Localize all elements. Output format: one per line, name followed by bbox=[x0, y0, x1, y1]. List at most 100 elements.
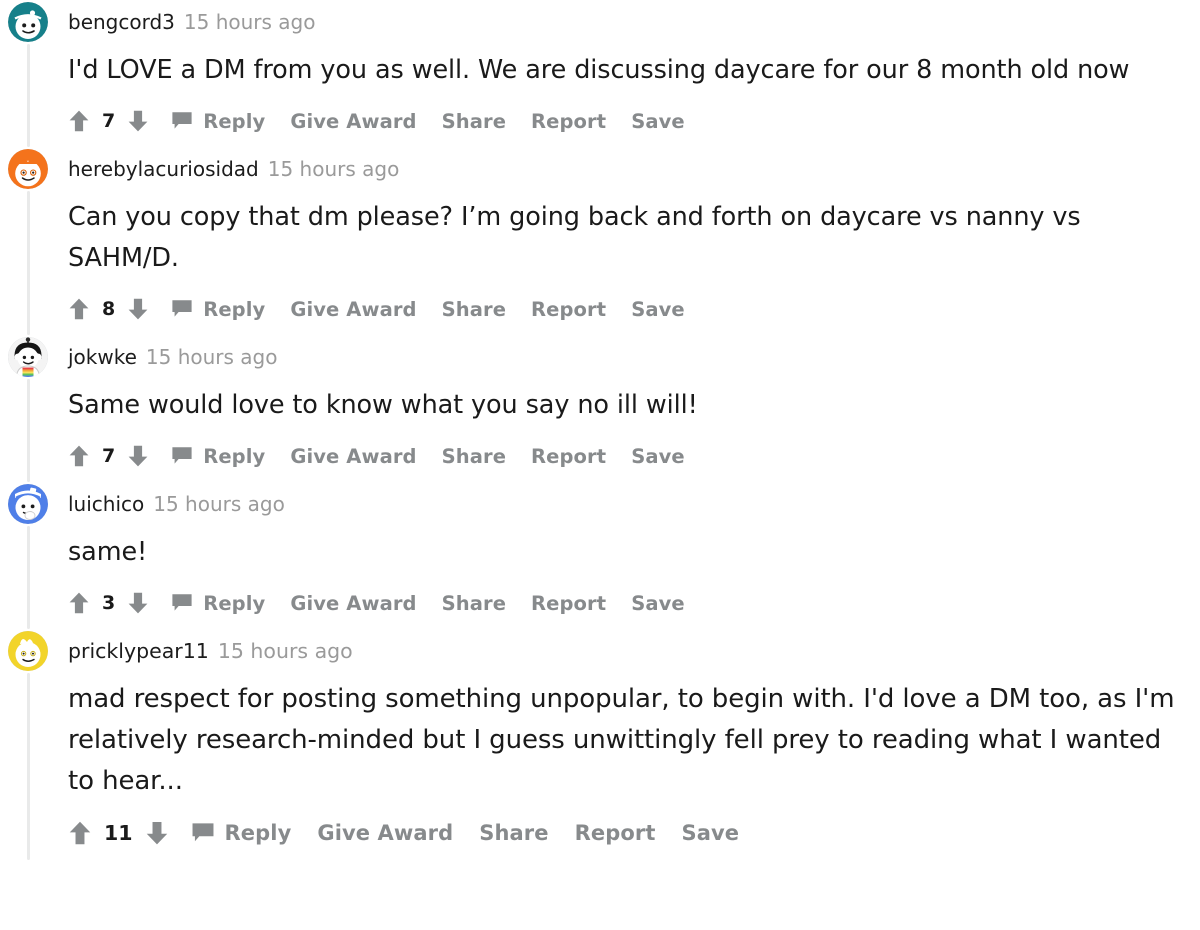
snoo-avatar-icon[interactable] bbox=[8, 2, 48, 42]
comment-header: luichico 15 hours ago bbox=[0, 482, 1200, 526]
comment-body-wrap: I'd LOVE a DM from you as well. We are d… bbox=[0, 44, 1200, 147]
comment-bubble-icon[interactable] bbox=[171, 298, 193, 320]
comment-header: jokwke 15 hours ago bbox=[0, 335, 1200, 379]
vote-group: 3 bbox=[68, 591, 149, 615]
thread-collapse-line[interactable] bbox=[27, 191, 30, 335]
comment-list: bengcord3 15 hours ago I'd LOVE a DM fro… bbox=[0, 0, 1200, 860]
downvote-arrow-icon[interactable] bbox=[127, 591, 149, 615]
comment-text: mad respect for posting something unpopu… bbox=[68, 684, 1175, 796]
comment-action-bar: 11 Reply Give Award Share Report Save bbox=[68, 802, 1186, 860]
comment-action-bar: 8 Reply Give Award Share Report Save bbox=[68, 279, 1186, 335]
vote-group: 11 bbox=[68, 820, 169, 846]
comment-bubble-icon[interactable] bbox=[171, 110, 193, 132]
comment-bubble-icon[interactable] bbox=[171, 445, 193, 467]
downvote-arrow-icon[interactable] bbox=[127, 109, 149, 133]
upvote-arrow-icon[interactable] bbox=[68, 820, 92, 846]
save-button[interactable]: Save bbox=[631, 298, 685, 321]
comment-byline: pricklypear11 15 hours ago bbox=[68, 639, 353, 663]
comment-author[interactable]: bengcord3 bbox=[68, 10, 175, 34]
comment-body-wrap: Can you copy that dm please? I’m going b… bbox=[0, 191, 1200, 335]
comment-score: 11 bbox=[104, 821, 133, 845]
share-button[interactable]: Share bbox=[479, 821, 548, 845]
share-button[interactable]: Share bbox=[442, 110, 506, 133]
comment-timestamp: 15 hours ago bbox=[267, 157, 400, 181]
downvote-arrow-icon[interactable] bbox=[145, 820, 169, 846]
upvote-arrow-icon[interactable] bbox=[68, 444, 90, 468]
comment-score: 3 bbox=[102, 592, 116, 614]
comment-header: bengcord3 15 hours ago bbox=[0, 0, 1200, 44]
give-award-button[interactable]: Give Award bbox=[317, 821, 453, 845]
give-award-button[interactable]: Give Award bbox=[290, 298, 416, 321]
comment-header: pricklypear11 15 hours ago bbox=[0, 629, 1200, 673]
reply-button[interactable]: Reply bbox=[203, 298, 265, 321]
snoo-avatar-icon[interactable] bbox=[8, 631, 48, 671]
comment-pricklypear11: pricklypear11 15 hours ago mad respect f… bbox=[0, 629, 1200, 860]
comment-jokwke: jokwke 15 hours ago Same would love to k… bbox=[0, 335, 1200, 482]
save-button[interactable]: Save bbox=[631, 445, 685, 468]
upvote-arrow-icon[interactable] bbox=[68, 297, 90, 321]
thread-collapse-line[interactable] bbox=[27, 526, 30, 629]
comment-timestamp: 15 hours ago bbox=[183, 10, 316, 34]
snoo-avatar-icon[interactable] bbox=[8, 337, 48, 377]
comment-timestamp: 15 hours ago bbox=[145, 345, 278, 369]
share-button[interactable]: Share bbox=[442, 592, 506, 615]
comment-text: Can you copy that dm please? I’m going b… bbox=[68, 202, 1081, 273]
share-button[interactable]: Share bbox=[442, 445, 506, 468]
snoo-avatar-icon[interactable] bbox=[8, 149, 48, 189]
comment-author[interactable]: pricklypear11 bbox=[68, 639, 209, 663]
vote-group: 7 bbox=[68, 444, 149, 468]
give-award-button[interactable]: Give Award bbox=[290, 110, 416, 133]
comment-body-wrap: Same would love to know what you say no … bbox=[0, 379, 1200, 482]
comment-header: herebylacuriosidad 15 hours ago bbox=[0, 147, 1200, 191]
comment-action-bar: 3 Reply Give Award Share Report Save bbox=[68, 573, 1186, 629]
comment-text: Same would love to know what you say no … bbox=[68, 390, 698, 420]
comment-text: same! bbox=[68, 537, 148, 567]
report-button[interactable]: Report bbox=[575, 821, 656, 845]
report-button[interactable]: Report bbox=[531, 445, 606, 468]
comment-bubble-icon[interactable] bbox=[171, 592, 193, 614]
downvote-arrow-icon[interactable] bbox=[127, 444, 149, 468]
reply-button[interactable]: Reply bbox=[203, 110, 265, 133]
reply-button[interactable]: Reply bbox=[203, 592, 265, 615]
comment-score: 7 bbox=[102, 445, 116, 467]
thread-collapse-line[interactable] bbox=[27, 44, 30, 147]
save-button[interactable]: Save bbox=[682, 821, 740, 845]
thread-collapse-line[interactable] bbox=[27, 673, 30, 860]
comment-bengcord3: bengcord3 15 hours ago I'd LOVE a DM fro… bbox=[0, 0, 1200, 147]
give-award-button[interactable]: Give Award bbox=[290, 592, 416, 615]
comment-text: I'd LOVE a DM from you as well. We are d… bbox=[68, 55, 1130, 85]
save-button[interactable]: Save bbox=[631, 592, 685, 615]
vote-group: 7 bbox=[68, 109, 149, 133]
comment-action-bar: 7 Reply Give Award Share Report Save bbox=[68, 426, 1186, 482]
comment-byline: luichico 15 hours ago bbox=[68, 492, 285, 516]
comment-author[interactable]: herebylacuriosidad bbox=[68, 157, 259, 181]
snoo-avatar-icon[interactable] bbox=[8, 484, 48, 524]
comment-byline: herebylacuriosidad 15 hours ago bbox=[68, 157, 399, 181]
report-button[interactable]: Report bbox=[531, 298, 606, 321]
comment-score: 8 bbox=[102, 298, 116, 320]
comment-body-wrap: mad respect for posting something unpopu… bbox=[0, 673, 1200, 860]
comment-byline: jokwke 15 hours ago bbox=[68, 345, 278, 369]
comment-author[interactable]: jokwke bbox=[68, 345, 137, 369]
comment-timestamp: 15 hours ago bbox=[217, 639, 353, 663]
comment-author[interactable]: luichico bbox=[68, 492, 144, 516]
comment-action-bar: 7 Reply Give Award Share Report Save bbox=[68, 91, 1186, 147]
share-button[interactable]: Share bbox=[442, 298, 506, 321]
comment-luichico: luichico 15 hours ago same! 3 Reply Give… bbox=[0, 482, 1200, 629]
comment-body-wrap: same! 3 Reply Give Award Share Report Sa… bbox=[0, 526, 1200, 629]
downvote-arrow-icon[interactable] bbox=[127, 297, 149, 321]
thread-collapse-line[interactable] bbox=[27, 379, 30, 482]
comment-score: 7 bbox=[102, 110, 116, 132]
upvote-arrow-icon[interactable] bbox=[68, 591, 90, 615]
vote-group: 8 bbox=[68, 297, 149, 321]
report-button[interactable]: Report bbox=[531, 592, 606, 615]
comment-byline: bengcord3 15 hours ago bbox=[68, 10, 316, 34]
save-button[interactable]: Save bbox=[631, 110, 685, 133]
reply-button[interactable]: Reply bbox=[225, 821, 292, 845]
reply-button[interactable]: Reply bbox=[203, 445, 265, 468]
upvote-arrow-icon[interactable] bbox=[68, 109, 90, 133]
comment-bubble-icon[interactable] bbox=[191, 821, 215, 845]
comment-timestamp: 15 hours ago bbox=[153, 492, 285, 516]
report-button[interactable]: Report bbox=[531, 110, 606, 133]
give-award-button[interactable]: Give Award bbox=[290, 445, 416, 468]
